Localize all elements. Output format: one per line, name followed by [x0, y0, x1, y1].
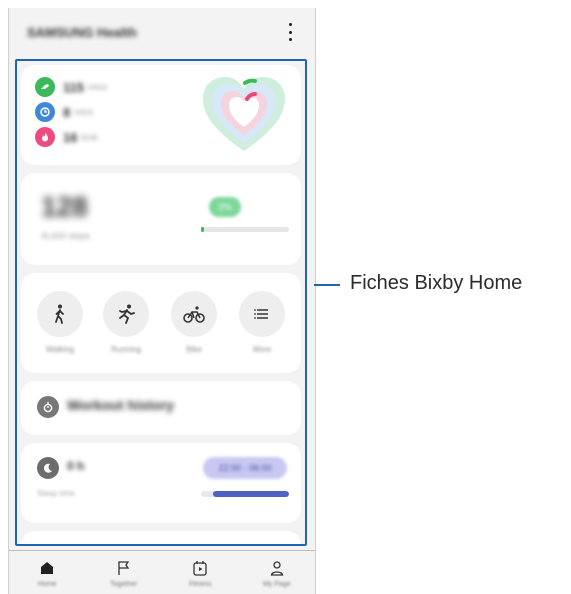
quick-action-label: More: [252, 345, 272, 354]
nav-together[interactable]: Together: [94, 551, 154, 594]
phone-screen: SAMSUNG Health 115 mins 8 mins 16 kcal 1…: [8, 8, 316, 594]
steps-goal: /6,000 steps: [41, 231, 91, 241]
callout-leader-line: [314, 284, 340, 286]
sleep-subtitle: Sleep time: [37, 489, 75, 498]
sleep-schedule-badge: 22:00 - 06:00: [203, 457, 287, 479]
clock-icon: [35, 102, 55, 122]
nav-home[interactable]: Home: [17, 551, 77, 594]
stopwatch-icon: [37, 396, 59, 418]
activity-row-active-time: 115 mins: [35, 77, 107, 97]
workout-history-card[interactable]: Workout history: [21, 381, 301, 435]
nav-label: Home: [37, 581, 57, 588]
list-icon: [239, 291, 285, 337]
running-shoe-icon: [35, 77, 55, 97]
steps-progress-bar: [201, 227, 289, 232]
activity-unit: kcal: [81, 132, 98, 142]
nav-label: My Page: [262, 581, 291, 588]
bixby-home-cards-highlight: 115 mins 8 mins 16 kcal 128 /6,000 steps…: [15, 59, 307, 546]
next-card-partial[interactable]: [21, 531, 301, 544]
sleep-bar-fill: [213, 491, 289, 497]
app-title: SAMSUNG Health: [27, 24, 137, 40]
activity-value: 8: [63, 104, 71, 120]
nav-fitness[interactable]: Fitness: [170, 551, 230, 594]
nav-my-page[interactable]: My Page: [247, 551, 307, 594]
quick-action-walking[interactable]: Walking: [35, 291, 85, 354]
flag-icon: [118, 561, 129, 575]
quick-action-more[interactable]: More: [237, 291, 287, 354]
activity-unit: mins: [74, 107, 94, 117]
quick-action-bike[interactable]: Bike: [169, 291, 219, 354]
quick-action-running[interactable]: Running: [101, 291, 151, 354]
app-header: SAMSUNG Health: [9, 8, 315, 56]
nav-label: Fitness: [188, 581, 212, 588]
workout-history-title: Workout history: [67, 397, 175, 413]
activity-card[interactable]: 115 mins 8 mins 16 kcal: [21, 65, 301, 165]
sleep-card[interactable]: 0 h Sleep time 22:00 - 06:00: [21, 443, 301, 523]
activity-value: 115: [63, 79, 84, 95]
bike-icon: [171, 291, 217, 337]
activity-value: 16: [63, 129, 78, 145]
steps-progress-fill: [201, 227, 204, 232]
steps-count: 128: [41, 191, 88, 222]
sleep-value: 0 h: [67, 459, 85, 473]
quick-action-label: Bike: [186, 345, 202, 354]
activity-unit: mins: [87, 82, 107, 92]
steps-badge: 2%: [209, 197, 241, 217]
steps-card[interactable]: 128 /6,000 steps 2%: [21, 173, 301, 265]
sleep-bar: [201, 491, 289, 497]
nav-label: Together: [110, 581, 138, 588]
quick-action-label: Walking: [45, 345, 75, 354]
moon-icon: [37, 457, 59, 479]
bottom-navigation: Home Together Fitness My Page: [9, 550, 315, 594]
calendar-play-icon: [193, 561, 207, 576]
quick-actions-card: Walking Running Bike More: [21, 273, 301, 373]
quick-action-label: Running: [111, 345, 141, 354]
flame-icon: [35, 127, 55, 147]
more-options-icon[interactable]: [281, 22, 299, 42]
running-icon: [103, 291, 149, 337]
person-icon: [270, 561, 283, 576]
activity-heart-rings: [201, 75, 287, 155]
walking-icon: [37, 291, 83, 337]
home-icon: [41, 562, 54, 574]
activity-row-time: 8 mins: [35, 102, 93, 122]
callout-label: Fiches Bixby Home: [350, 272, 523, 294]
activity-row-calories: 16 kcal: [35, 127, 97, 147]
